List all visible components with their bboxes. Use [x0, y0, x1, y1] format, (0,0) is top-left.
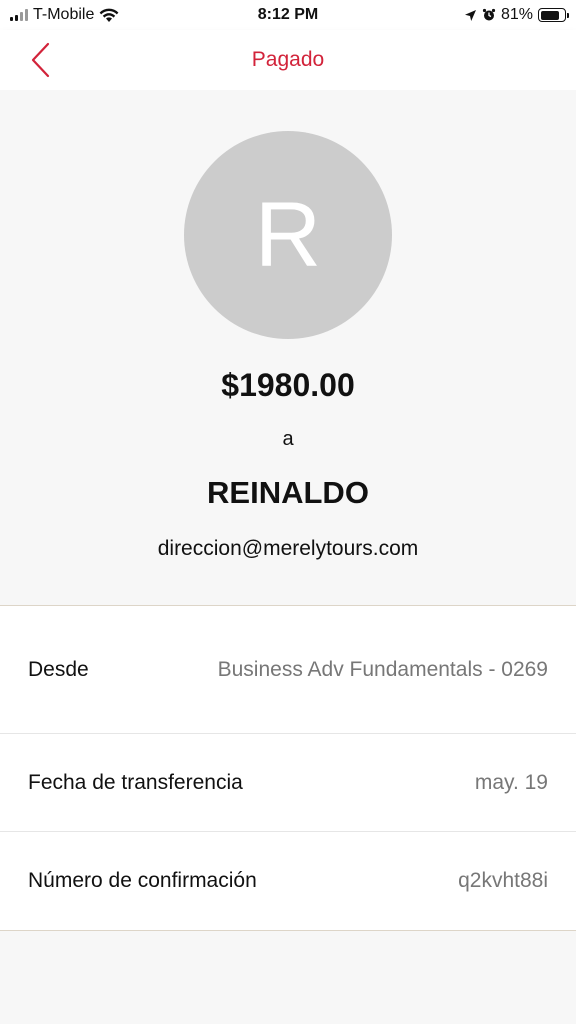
details-list: Desde Business Adv Fundamentals - 0269 F… — [0, 605, 576, 931]
recipient-name: REINALDO — [207, 475, 369, 510]
detail-value: q2kvht88i — [458, 869, 548, 892]
signal-icon — [10, 9, 28, 21]
wifi-icon — [99, 8, 119, 22]
battery-icon — [538, 8, 569, 22]
avatar: R — [184, 131, 392, 339]
back-button[interactable] — [22, 40, 58, 80]
payment-summary: R $1980.00 a REINALDO direccion@merelyto… — [0, 90, 576, 605]
detail-row-transfer-date: Fecha de transferencia may. 19 — [0, 734, 576, 832]
detail-label: Número de confirmación — [28, 869, 257, 892]
detail-value: Business Adv Fundamentals - 0269 — [217, 657, 548, 681]
detail-label: Desde — [28, 657, 89, 681]
nav-bar: Pagado — [0, 30, 576, 90]
alarm-icon — [482, 8, 496, 21]
page-title: Pagado — [251, 48, 325, 71]
status-right: 81% — [464, 6, 569, 24]
status-bar: T-Mobile 8:12 PM 81% — [0, 0, 576, 30]
detail-value: may. 19 — [474, 770, 548, 794]
carrier-label: T-Mobile — [33, 6, 95, 23]
location-icon — [464, 9, 476, 21]
connector-text: a — [282, 428, 294, 450]
battery-fill — [540, 10, 560, 20]
detail-label: Fecha de transferencia — [28, 770, 243, 794]
payment-amount: $1980.00 — [221, 367, 355, 403]
chevron-left-icon — [31, 42, 50, 78]
recipient-email: direccion@merelytours.com — [157, 537, 419, 560]
battery-percent: 81% — [500, 6, 533, 23]
detail-row-from: Desde Business Adv Fundamentals - 0269 — [0, 606, 576, 734]
status-left: T-Mobile — [10, 6, 119, 24]
detail-row-confirmation: Número de confirmación q2kvht88i — [0, 832, 576, 930]
avatar-initial: R — [254, 183, 322, 286]
